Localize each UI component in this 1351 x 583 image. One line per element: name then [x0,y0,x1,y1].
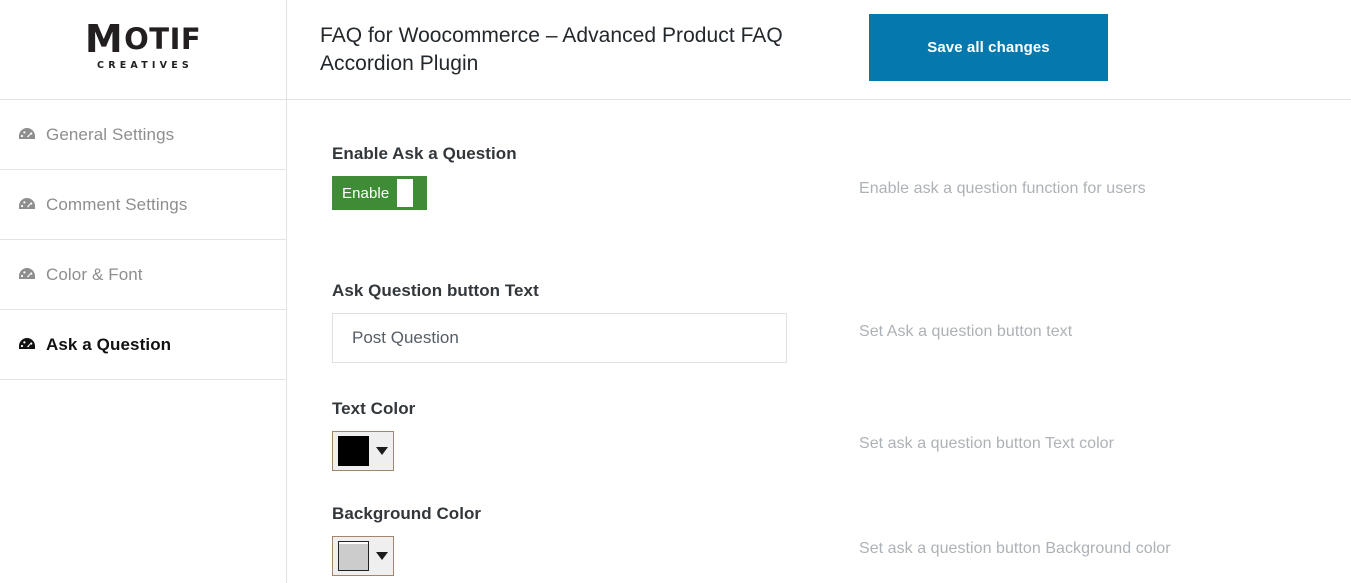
toggle-label: Enable [342,184,390,202]
sidebar-item-ask-a-question[interactable]: Ask a Question [0,310,286,380]
chevron-down-icon [376,447,388,455]
field-label: Text Color [332,399,416,418]
field-control-area: Enable Ask a Question Enable [287,144,840,210]
sidebar-nav: General Settings Comment Settings Color … [0,100,286,380]
sidebar-item-label: Ask a Question [46,334,172,354]
toggle-knob [397,179,413,207]
save-all-changes-button[interactable]: Save all changes [869,14,1108,81]
field-help-text: Set ask a question button Text color [859,435,1114,452]
gauge-icon [17,195,37,215]
sidebar-item-label: Color & Font [46,264,143,284]
sidebar-item-label: General Settings [46,124,175,144]
field-control-area: Ask Question button Text [287,281,840,363]
brand-name-initial: M [84,16,124,61]
field-text-color: Text Color Set ask a question button Tex… [287,399,1351,471]
brand-tagline: CREATIVES [97,60,193,72]
field-help-text: Set Ask a question button text [859,323,1073,340]
sidebar: M OTIF CREATIVES General Settings Commen… [0,0,287,583]
field-background-color: Background Color Set ask a question butt… [287,504,1351,576]
background-color-picker[interactable] [332,536,394,576]
page-header: FAQ for Woocommerce – Advanced Product F… [287,0,1351,100]
gauge-icon [17,125,37,145]
gauge-icon [17,335,37,355]
text-color-swatch [338,436,369,466]
field-control-area: Background Color [287,504,840,576]
field-ask-question-button-text: Ask Question button Text Set Ask a quest… [287,281,1351,363]
field-help-text: Enable ask a question function for users [859,180,1146,197]
ask-question-button-text-input[interactable] [332,313,787,363]
field-help-text: Set ask a question button Background col… [859,540,1171,557]
sidebar-item-label: Comment Settings [46,194,188,214]
brand-name-rest: OTIF [124,21,202,56]
brand-logo: M OTIF CREATIVES [0,0,286,100]
gauge-icon [17,265,37,285]
field-control-area: Text Color [287,399,840,471]
background-color-swatch [338,541,369,571]
page-title: FAQ for Woocommerce – Advanced Product F… [320,23,783,75]
chevron-down-icon [376,552,388,560]
field-enable-ask-a-question: Enable Ask a Question Enable Enable ask … [287,144,1351,210]
plugin-settings-page: M OTIF CREATIVES General Settings Commen… [0,0,1351,583]
enable-ask-a-question-toggle[interactable]: Enable [332,176,427,210]
sidebar-item-color-and-font[interactable]: Color & Font [0,240,286,310]
field-label: Background Color [332,504,482,523]
text-color-picker[interactable] [332,431,394,471]
sidebar-item-general-settings[interactable]: General Settings [0,100,286,170]
sidebar-item-comment-settings[interactable]: Comment Settings [0,170,286,240]
field-label: Ask Question button Text [332,281,539,300]
main-panel: FAQ for Woocommerce – Advanced Product F… [287,0,1351,583]
field-label: Enable Ask a Question [332,144,517,163]
brand-wordmark: M OTIF [84,16,202,61]
